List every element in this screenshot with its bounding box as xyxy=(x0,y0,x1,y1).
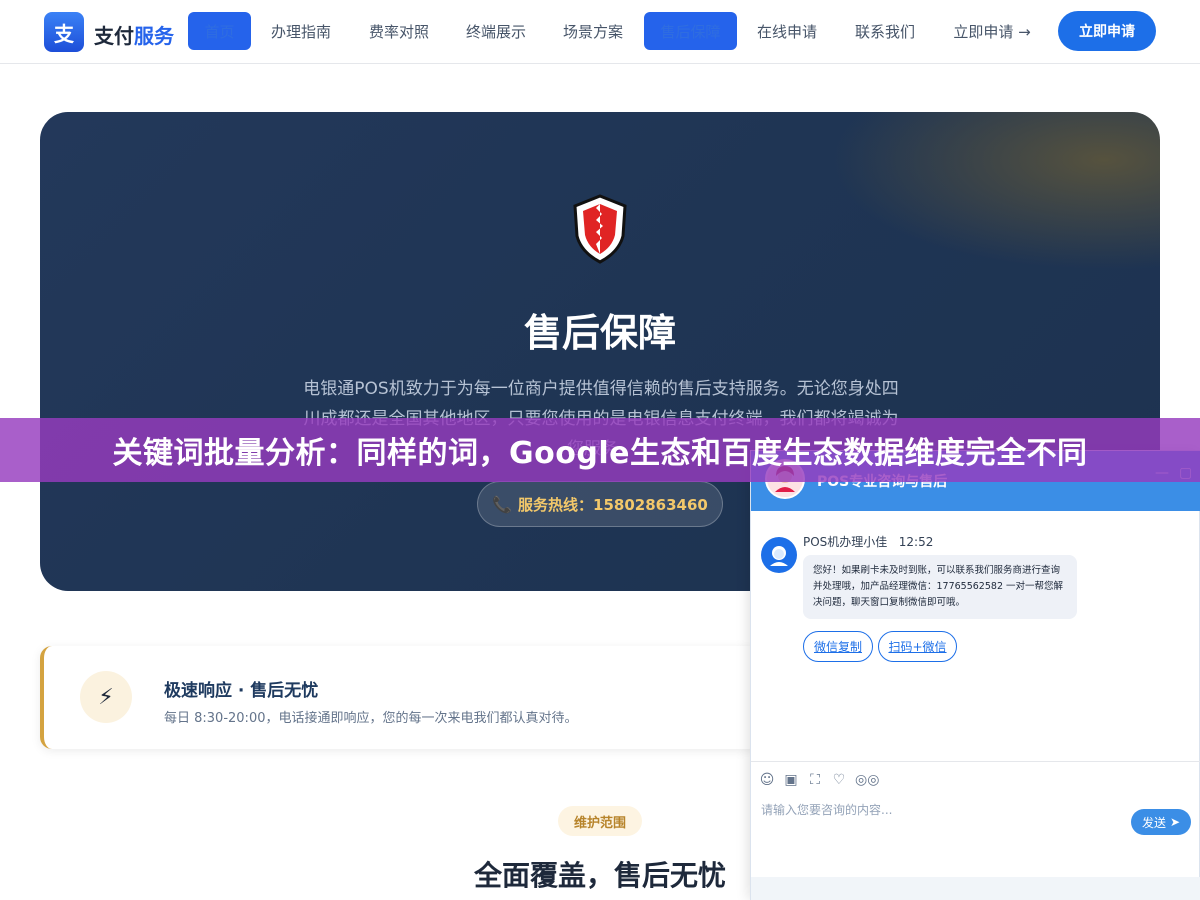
nav-contact[interactable]: 联系我们 xyxy=(846,12,924,50)
image-icon[interactable]: ▣ xyxy=(783,772,799,788)
hero-title: 售后保障 xyxy=(523,311,676,355)
shield-icon xyxy=(573,194,627,264)
section-badge: 维护范围 xyxy=(558,806,642,836)
site-header: 支 支付服务 首页 办理指南 费率对照 终端展示 场景方案 售后保障 在线申请 … xyxy=(0,0,1200,64)
screenshot-icon[interactable]: ⛶ xyxy=(807,772,823,788)
nav-home[interactable]: 首页 xyxy=(188,12,251,50)
message-bubble: 您好！如果刷卡未及时到账，可以联系我们服务商进行查询并处理哦，加产品经理微信：1… xyxy=(803,555,1077,619)
nav-terminals[interactable]: 终端展示 xyxy=(457,12,535,50)
lightning-icon: ⚡ xyxy=(80,671,132,723)
hotline-button[interactable]: 📞 服务热线：15802863460 xyxy=(477,481,723,527)
send-icon: ➤ xyxy=(1169,815,1181,829)
section-title: 全面覆盖，售后无忧 xyxy=(473,859,726,892)
chat-widget: POS专业咨询与售后 — ▢ POS机办理小佳 12:52 您好！如果刷卡未及时… xyxy=(750,450,1200,900)
message-meta: POS机办理小佳 12:52 xyxy=(803,533,933,550)
message-time: 12:52 xyxy=(898,535,934,549)
feature-desc: 每日 8:30-20:00，电话接通即响应，您的每一次来电我们都认真对待。 xyxy=(164,711,578,726)
phone-icon: 📞 xyxy=(492,494,513,514)
wechat-icon[interactable]: ◎◎ xyxy=(855,772,879,788)
logo-text[interactable]: 支付服务 xyxy=(94,20,174,49)
nav-apply-now[interactable]: 立即申请 → xyxy=(944,12,1040,50)
copy-wechat-button[interactable]: 微信复制 xyxy=(803,631,873,662)
emoji-icon[interactable]: ☺ xyxy=(759,772,775,788)
banner-text: 关键词批量分析：同样的词，Google生态和百度生态数据维度完全不同 xyxy=(112,436,1088,471)
logo-text-accent: 服务 xyxy=(134,24,174,48)
hotline-label: 服务热线：15802863460 xyxy=(518,495,708,514)
feature-card: ⚡ 极速响应 · 售后无忧 每日 8:30-20:00，电话接通即响应，您的每一… xyxy=(40,646,760,749)
agent-avatar-icon xyxy=(761,537,797,573)
agent-name: POS机办理小佳 xyxy=(803,535,888,549)
logo-icon[interactable]: 支 xyxy=(44,12,84,52)
chat-input[interactable]: 请输入您要咨询的内容... xyxy=(761,801,892,818)
logo-text-main: 支付 xyxy=(94,24,134,48)
nav-guide[interactable]: 办理指南 xyxy=(262,12,340,50)
send-label: 发送 xyxy=(1141,815,1166,830)
nav-apply-online[interactable]: 在线申请 xyxy=(748,12,826,50)
nav-after-sales[interactable]: 售后保障 xyxy=(644,12,737,50)
chat-toolbar: ☺ ▣ ⛶ ♡ ◎◎ xyxy=(751,761,1200,801)
apply-now-button[interactable]: 立即申请 xyxy=(1058,11,1156,51)
nav-scenarios[interactable]: 场景方案 xyxy=(554,12,632,50)
send-button[interactable]: 发送 ➤ xyxy=(1131,809,1191,835)
overlay-banner: 关键词批量分析：同样的词，Google生态和百度生态数据维度完全不同 xyxy=(0,418,1200,482)
nav-rates[interactable]: 费率对照 xyxy=(360,12,438,50)
rate-icon[interactable]: ♡ xyxy=(831,772,847,788)
feature-title: 极速响应 · 售后无忧 xyxy=(164,681,319,701)
chat-footer xyxy=(751,877,1200,900)
scan-wechat-button[interactable]: 扫码+微信 xyxy=(878,631,957,662)
